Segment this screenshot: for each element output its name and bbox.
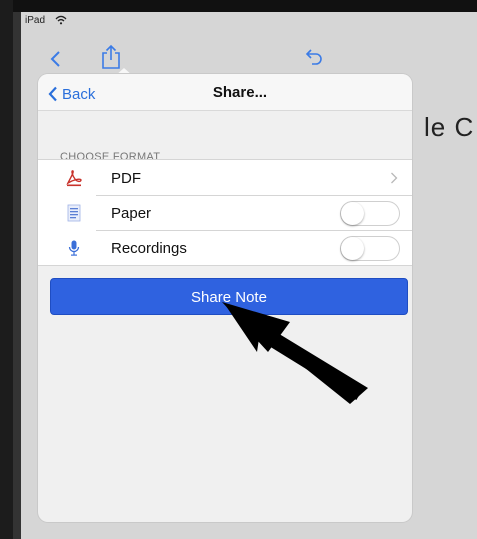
wifi-icon xyxy=(55,15,67,25)
status-bar: iPad xyxy=(21,12,477,30)
popover-header: Share... Back xyxy=(38,74,412,111)
chevron-right-icon xyxy=(391,172,398,184)
back-label: Back xyxy=(62,85,96,103)
pdf-icon xyxy=(66,170,82,187)
device-bezel-top xyxy=(13,0,477,12)
format-label-pdf: PDF xyxy=(111,170,141,187)
recordings-toggle[interactable] xyxy=(340,236,400,261)
device-bezel-left xyxy=(0,0,13,539)
format-row-recordings[interactable]: Recordings xyxy=(38,230,412,265)
format-label-recordings: Recordings xyxy=(111,240,187,257)
chevron-left-icon xyxy=(48,86,57,102)
device-label: iPad xyxy=(25,15,46,26)
paper-icon xyxy=(67,204,81,222)
back-button[interactable]: Back xyxy=(48,84,95,104)
share-icon[interactable] xyxy=(100,44,122,70)
back-chevron-icon[interactable] xyxy=(49,50,63,68)
microphone-icon xyxy=(68,240,80,256)
device-bezel-inner xyxy=(13,0,21,539)
format-row-pdf[interactable]: PDF xyxy=(38,160,412,195)
note-toolbar xyxy=(21,30,477,74)
toggle-knob xyxy=(341,202,364,225)
share-note-button[interactable]: Share Note xyxy=(50,278,408,315)
format-row-paper[interactable]: Paper xyxy=(38,195,412,230)
ipad-screen: iPad le C Share... Back CHOOSE FORMAT PD… xyxy=(21,12,477,539)
background-note-text: le C xyxy=(424,112,475,142)
share-popover: Share... Back CHOOSE FORMAT PDF Paper Re… xyxy=(38,74,412,522)
paper-toggle[interactable] xyxy=(340,201,400,226)
toggle-knob xyxy=(341,237,364,260)
format-list: PDF Paper Recordings xyxy=(38,159,412,266)
format-label-paper: Paper xyxy=(111,205,152,222)
undo-icon[interactable] xyxy=(304,48,324,66)
